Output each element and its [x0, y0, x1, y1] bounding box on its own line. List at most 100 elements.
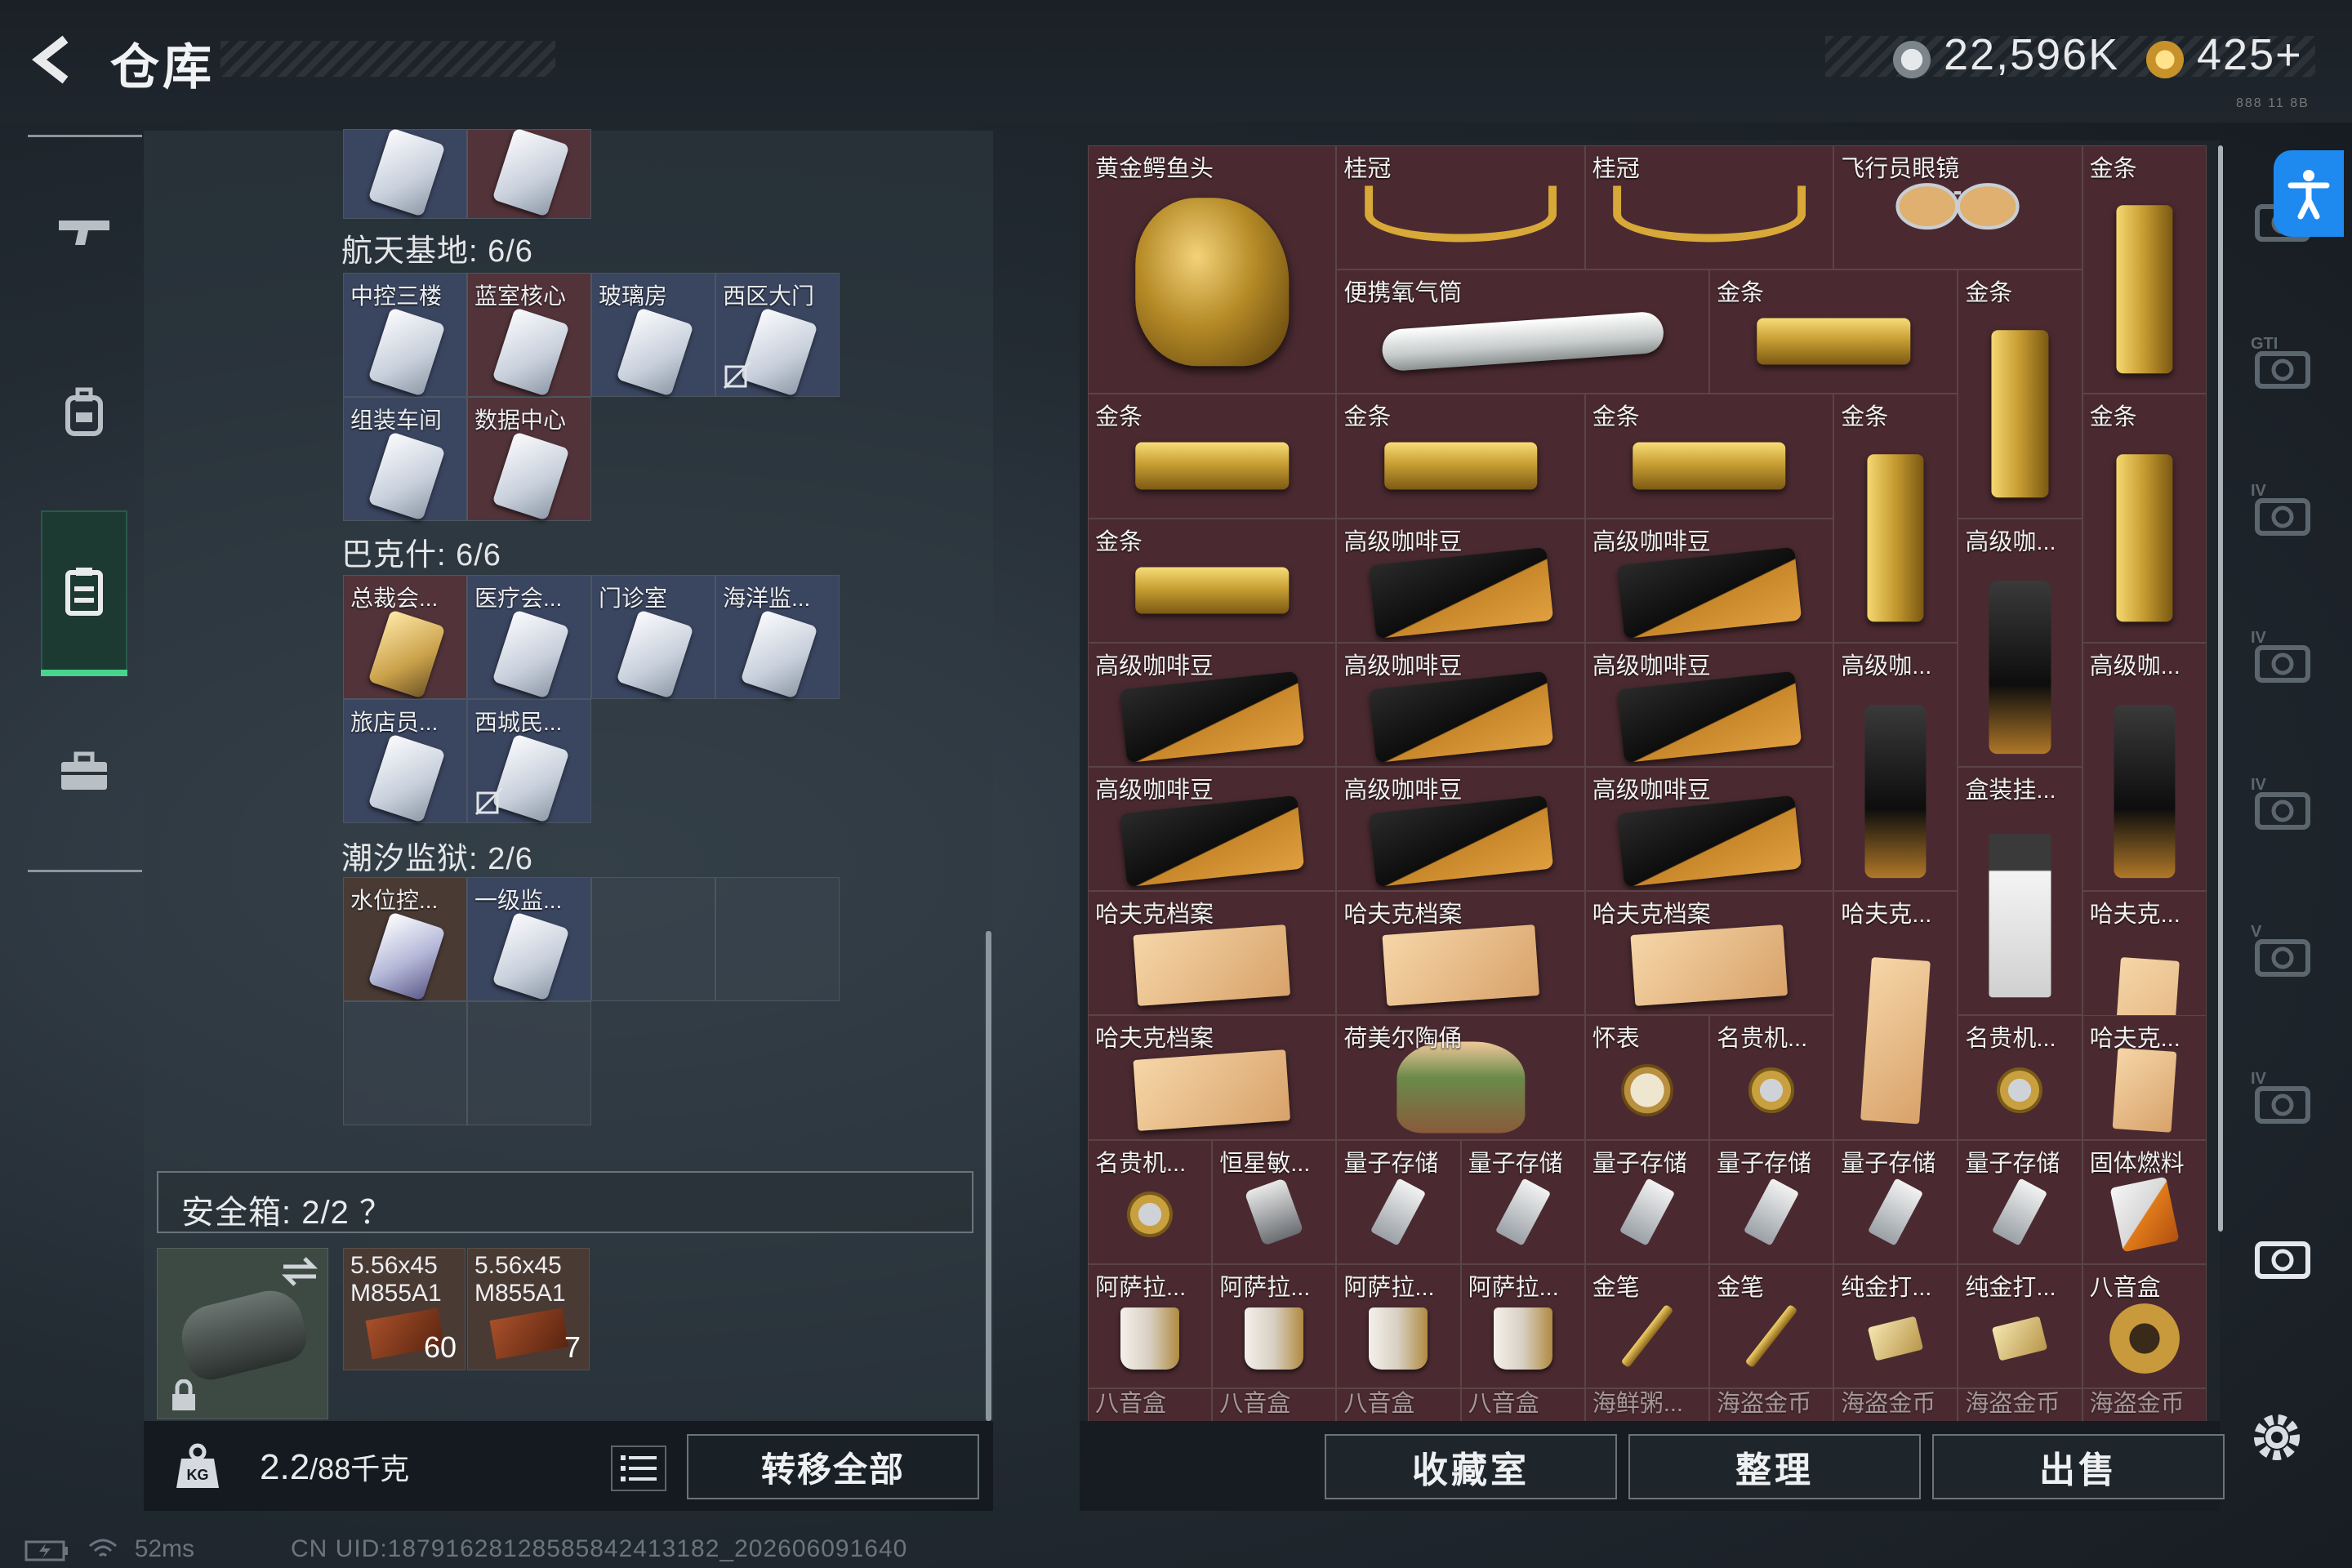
- keycard-slot[interactable]: 医疗会...: [467, 575, 591, 699]
- inventory-item[interactable]: 量子存储: [1833, 1139, 1958, 1264]
- nav-backpack[interactable]: [41, 331, 127, 494]
- inventory-item[interactable]: 高级咖啡豆: [1584, 642, 1834, 767]
- keycard-slot[interactable]: 中控三楼: [343, 273, 467, 397]
- safe-case-slot[interactable]: [157, 1248, 328, 1419]
- inventory-item[interactable]: 恒星敏...: [1212, 1139, 1337, 1264]
- keycard-slot[interactable]: 西区大门: [715, 273, 840, 397]
- left-scrollbar[interactable]: [986, 931, 991, 1421]
- inventory-item[interactable]: 八音盒: [1460, 1388, 1585, 1421]
- inventory-item[interactable]: 名贵机...: [1958, 1015, 2082, 1140]
- inventory-item[interactable]: 便携氧气筒: [1336, 270, 1709, 394]
- collection-button[interactable]: 收藏室: [1325, 1434, 1617, 1499]
- inventory-item[interactable]: 盒装挂...: [1958, 767, 2082, 1016]
- empty-slot[interactable]: [343, 1001, 467, 1125]
- inventory-item[interactable]: 八音盒: [1212, 1388, 1337, 1421]
- inventory-item[interactable]: 纯金打...: [1958, 1263, 2082, 1388]
- inventory-item[interactable]: 金条: [1088, 518, 1337, 643]
- inventory-item[interactable]: 哈夫克...: [2082, 1015, 2207, 1140]
- inventory-item[interactable]: 量子存储: [1709, 1139, 1834, 1264]
- inventory-item[interactable]: 金条: [1088, 394, 1337, 519]
- inventory-item[interactable]: 金条: [1709, 270, 1958, 394]
- iv-folder-icon[interactable]: IV: [2238, 621, 2328, 694]
- sort-button[interactable]: 整理: [1628, 1434, 1921, 1499]
- inventory-item[interactable]: 金条: [1584, 394, 1834, 519]
- inventory-item[interactable]: 阿萨拉...: [1212, 1263, 1337, 1388]
- inventory-item[interactable]: 桂冠: [1336, 145, 1585, 270]
- keycard-slot[interactable]: 总裁会...: [343, 575, 467, 699]
- keycard-slot[interactable]: 玻璃房: [591, 273, 715, 397]
- inventory-item[interactable]: 量子存储: [1584, 1139, 1709, 1264]
- inventory-item[interactable]: 海盗金币: [2082, 1388, 2207, 1421]
- nav-storage[interactable]: [41, 510, 127, 674]
- inventory-item[interactable]: 阿萨拉...: [1088, 1263, 1213, 1388]
- inventory-item[interactable]: 金条: [1336, 394, 1585, 519]
- inventory-item[interactable]: 固体燃料: [2082, 1139, 2207, 1264]
- keycard-slot[interactable]: [343, 127, 467, 219]
- keycard-slot[interactable]: [467, 127, 591, 219]
- inventory-item[interactable]: 金条: [1958, 270, 2082, 519]
- keycard-slot[interactable]: 旅店员...: [343, 699, 467, 823]
- inventory-item[interactable]: 高级咖啡豆: [1336, 518, 1585, 643]
- inventory-item[interactable]: 金笔: [1584, 1263, 1709, 1388]
- inventory-item[interactable]: 量子存储: [1958, 1139, 2082, 1264]
- keycard-slot[interactable]: 海洋监...: [715, 575, 840, 699]
- inventory-item[interactable]: 高级咖啡豆: [1584, 518, 1834, 643]
- inventory-item[interactable]: 高级咖啡豆: [1088, 767, 1337, 892]
- inventory-item[interactable]: 高级咖啡豆: [1336, 642, 1585, 767]
- inventory-item[interactable]: 名贵机...: [1709, 1015, 1834, 1140]
- inventory-item[interactable]: 量子存储: [1460, 1139, 1585, 1264]
- keycard-slot[interactable]: 一级监...: [467, 877, 591, 1001]
- inventory-item[interactable]: 阿萨拉...: [1336, 1263, 1461, 1388]
- empty-slot[interactable]: [467, 1001, 591, 1125]
- sell-button[interactable]: 出售: [1932, 1434, 2225, 1499]
- inventory-item[interactable]: 怀表: [1584, 1015, 1709, 1140]
- nav-briefcase[interactable]: [41, 690, 127, 853]
- inventory-item[interactable]: 海盗金币: [1958, 1388, 2082, 1421]
- inventory-item[interactable]: 名贵机...: [1088, 1139, 1213, 1264]
- inventory-item[interactable]: 哈夫克档案: [1584, 891, 1834, 1016]
- inventory-item[interactable]: 高级咖啡豆: [1336, 767, 1585, 892]
- list-view-button[interactable]: [611, 1446, 666, 1491]
- inventory-item[interactable]: 荷美尔陶俑: [1336, 1015, 1585, 1140]
- empty-slot[interactable]: [715, 877, 840, 1001]
- v-cam-icon[interactable]: V: [2238, 915, 2328, 988]
- iv-tag-icon[interactable]: IV: [2238, 474, 2328, 547]
- accessibility-button[interactable]: [2274, 150, 2344, 237]
- keycard-slot[interactable]: 蓝室核心: [467, 273, 591, 397]
- inventory-item[interactable]: 金条: [1833, 394, 1958, 643]
- inventory-item[interactable]: 八音盒: [1088, 1388, 1213, 1421]
- inventory-item[interactable]: 海盗金币: [1709, 1388, 1834, 1421]
- swap-icon[interactable]: [280, 1255, 319, 1288]
- safe-box-header[interactable]: 安全箱: 2/2 ？: [157, 1171, 973, 1233]
- inventory-item[interactable]: 金条: [2082, 145, 2207, 394]
- iv-cam2-icon[interactable]: IV: [2238, 1062, 2328, 1135]
- keycard-slot[interactable]: 数据中心: [467, 397, 591, 521]
- inventory-item[interactable]: 桂冠: [1584, 145, 1834, 270]
- gem-amount[interactable]: 425+: [2197, 29, 2303, 80]
- inventory-item[interactable]: 阿萨拉...: [1460, 1263, 1585, 1388]
- ammo-slot[interactable]: 5.56x45 M855A1 7: [467, 1248, 590, 1370]
- inventory-item[interactable]: 哈夫克档案: [1088, 891, 1337, 1016]
- inventory-item[interactable]: 哈夫克档案: [1088, 1015, 1337, 1140]
- inventory-item[interactable]: 海鲜粥...: [1584, 1388, 1709, 1421]
- inventory-item[interactable]: 八音盒: [1336, 1388, 1461, 1421]
- keycard-slot[interactable]: 西城民...: [467, 699, 591, 823]
- keycard-slot[interactable]: 组装车间: [343, 397, 467, 521]
- keycard-slot[interactable]: 水位控...: [343, 877, 467, 1001]
- iv-plus-icon[interactable]: IV: [2238, 768, 2328, 841]
- back-arrow-icon[interactable]: [24, 31, 82, 88]
- empty-slot[interactable]: [591, 877, 715, 1001]
- inventory-item[interactable]: 纯金打...: [1833, 1263, 1958, 1388]
- inventory-item[interactable]: 黄金鳄鱼头: [1088, 145, 1337, 394]
- inventory-item[interactable]: 高级咖啡豆: [1584, 767, 1834, 892]
- ammo-slot[interactable]: 5.56x45 M855A1 60: [343, 1248, 466, 1370]
- gti-tag-icon[interactable]: GTI: [2238, 327, 2328, 400]
- inventory-item[interactable]: 量子存储: [1336, 1139, 1461, 1264]
- inventory-item[interactable]: 高级咖啡豆: [1088, 642, 1337, 767]
- inventory-item[interactable]: 八音盒: [2082, 1263, 2207, 1388]
- keycard-slot[interactable]: 门诊室: [591, 575, 715, 699]
- inventory-item[interactable]: 高级咖...: [1833, 642, 1958, 892]
- inventory-item[interactable]: 哈夫克档案: [1336, 891, 1585, 1016]
- inventory-item[interactable]: 金笔: [1709, 1263, 1834, 1388]
- nav-weapon[interactable]: [41, 151, 127, 314]
